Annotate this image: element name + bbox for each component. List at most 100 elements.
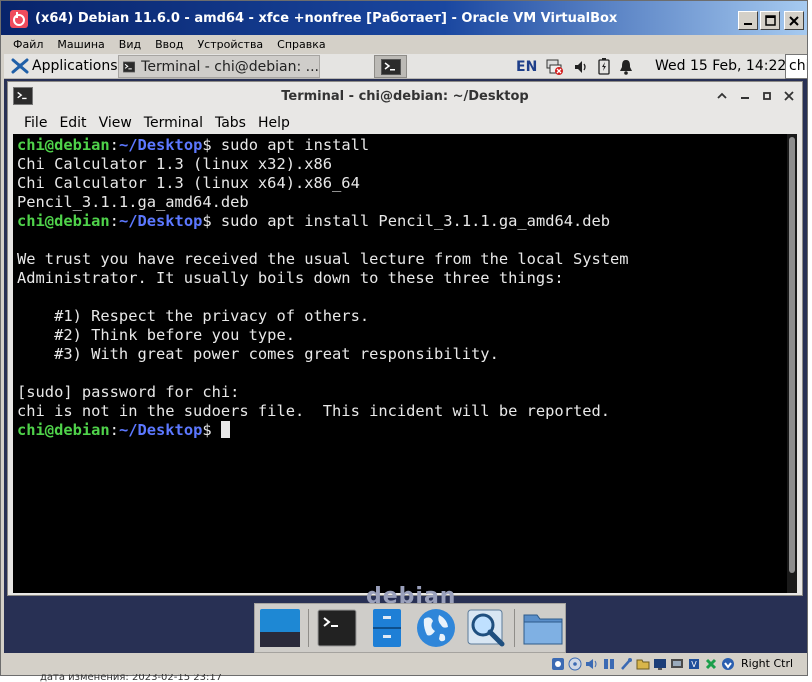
output-text: Chi Calculator 1.3 (linux x64).x86_64 [17,174,360,192]
terminal-screen[interactable]: chi@debian:~/Desktop$ sudo apt install Ch… [13,134,797,593]
virtualbox-window: (x64) Debian 11.6.0 - amd64 - xfce +nonf… [0,0,808,676]
status-recording[interactable] [669,657,684,672]
prompt-separator: : [109,421,119,439]
optical-disc-icon [568,657,581,671]
network-disconnected-icon[interactable] [546,58,564,76]
terminal-line: chi@debian:~/Desktop$ sudo apt install P… [17,212,629,231]
prompt-sign: $ [202,421,212,439]
dock-separator [307,609,309,647]
volume-icon[interactable] [573,59,589,75]
status-network[interactable] [601,657,616,672]
workspace-switcher[interactable] [374,55,407,78]
status-audio[interactable] [584,657,599,672]
terminal-shade-button[interactable] [713,87,731,105]
globe-icon [417,609,456,647]
menu-devices[interactable]: Устройства [197,38,263,51]
panel-user-menu[interactable]: chi [785,54,807,79]
keyboard-capture-icon [721,658,734,670]
status-cpu[interactable]: V [686,657,701,672]
usb-icon [620,658,632,670]
applications-menu-button[interactable]: Applications [7,55,122,77]
prompt-separator: : [109,212,119,230]
mouse-integration-icon [705,658,716,670]
close-button[interactable] [784,11,804,30]
guest-display[interactable]: Applications Terminal - chi@debian: ... [4,54,807,653]
terminal-line: #2) Think before you type. [17,326,629,345]
terminal-menu-terminal[interactable]: Terminal [138,115,209,131]
panel-clock[interactable]: Wed 15 Feb, 14:22 [655,58,786,74]
terminal-cursor [220,421,230,438]
prompt-user-host: chi@debian [17,421,110,439]
terminal-line: chi@debian:~/Desktop$ [17,421,629,440]
status-mouse-integration[interactable] [703,657,718,672]
audio-icon [585,659,596,669]
output-text: #2) Think before you type. [17,326,295,344]
status-display[interactable] [652,657,667,672]
dock-home-folder[interactable] [521,606,565,650]
maximize-icon [764,15,776,26]
terminal-minimize-button[interactable] [736,87,754,105]
notifications-bell-icon[interactable] [619,59,633,75]
minimize-button[interactable] [738,11,758,30]
virtualbox-titlebar[interactable]: (x64) Debian 11.6.0 - amd64 - xfce +nonf… [1,1,807,35]
virtualbox-logo-icon [10,10,28,28]
maximize-button[interactable] [760,11,780,30]
prompt-sign: $ [202,136,212,154]
status-hard-disk[interactable] [550,657,565,672]
terminal-window: Terminal - chi@debian: ~/Desktop File Ed… [7,81,803,596]
status-shared-folders[interactable] [635,657,650,672]
keyboard-layout-indicator[interactable]: EN [516,59,537,75]
terminal-titlebar[interactable]: Terminal - chi@debian: ~/Desktop [8,82,802,111]
status-keyboard-capture[interactable] [720,657,735,672]
terminal-menu-tabs[interactable]: Tabs [209,115,252,131]
terminal-line: chi is not in the sudoers file. This inc… [17,402,629,421]
terminal-icon [380,58,401,75]
dock-web-browser[interactable] [414,606,458,650]
terminal-close-button[interactable] [780,87,798,105]
prompt-path: ~/Desktop [118,136,203,154]
maximize-icon [763,92,771,100]
close-icon [784,91,794,101]
output-text: Administrator. It usually boils down to … [17,269,564,287]
taskbar-terminal-button[interactable]: Terminal - chi@debian: ... [118,55,320,78]
terminal-menu-file[interactable]: File [18,115,53,131]
output-text: chi is not in the sudoers file. This inc… [17,402,611,420]
folder-icon [523,614,563,645]
terminal-scrollbar[interactable] [787,134,797,593]
terminal-menu-view[interactable]: View [93,115,138,131]
menu-view[interactable]: Вид [119,38,141,51]
svg-text:V: V [691,660,697,669]
dock-app-finder[interactable] [464,606,508,650]
virtualbox-statusbar: V Right Ctrl [1,653,807,675]
command-text: sudo apt install Pencil_3.1.1.ga_amd64.d… [211,212,611,230]
dock-file-manager[interactable] [365,606,409,650]
output-text: #3) With great power comes great respons… [17,345,499,363]
menu-help[interactable]: Справка [277,38,325,51]
menu-file[interactable]: Файл [13,38,43,51]
virtualbox-menubar: Файл Машина Вид Ввод Устройства Справка [1,35,807,54]
terminal-line: #3) With great power comes great respons… [17,345,629,364]
terminal-menu-edit[interactable]: Edit [53,115,92,131]
menu-machine[interactable]: Машина [57,38,104,51]
prompt-user-host: chi@debian [17,136,110,154]
host-key-label: Right Ctrl [741,657,794,670]
terminal-title: Terminal - chi@debian: ~/Desktop [281,89,529,104]
terminal-menu-help[interactable]: Help [252,115,296,131]
shared-folder-icon [636,659,649,670]
xfce-mouse-icon [11,58,29,74]
menu-input[interactable]: Ввод [155,38,183,51]
terminal-line: #1) Respect the privacy of others. [17,307,629,326]
applications-label: Applications [32,58,118,74]
xfce-dock [254,603,566,653]
dock-terminal[interactable] [315,606,359,650]
network-icon [603,659,614,669]
background-footer-text: дата изменения: 2023-02-15 23:17 [40,674,223,682]
status-usb[interactable] [618,657,633,672]
status-optical-drive[interactable] [567,657,582,672]
terminal-scrollbar-thumb[interactable] [789,137,795,573]
battery-icon[interactable] [598,58,610,75]
dock-show-desktop[interactable] [258,606,302,650]
terminal-maximize-button[interactable] [758,87,776,105]
